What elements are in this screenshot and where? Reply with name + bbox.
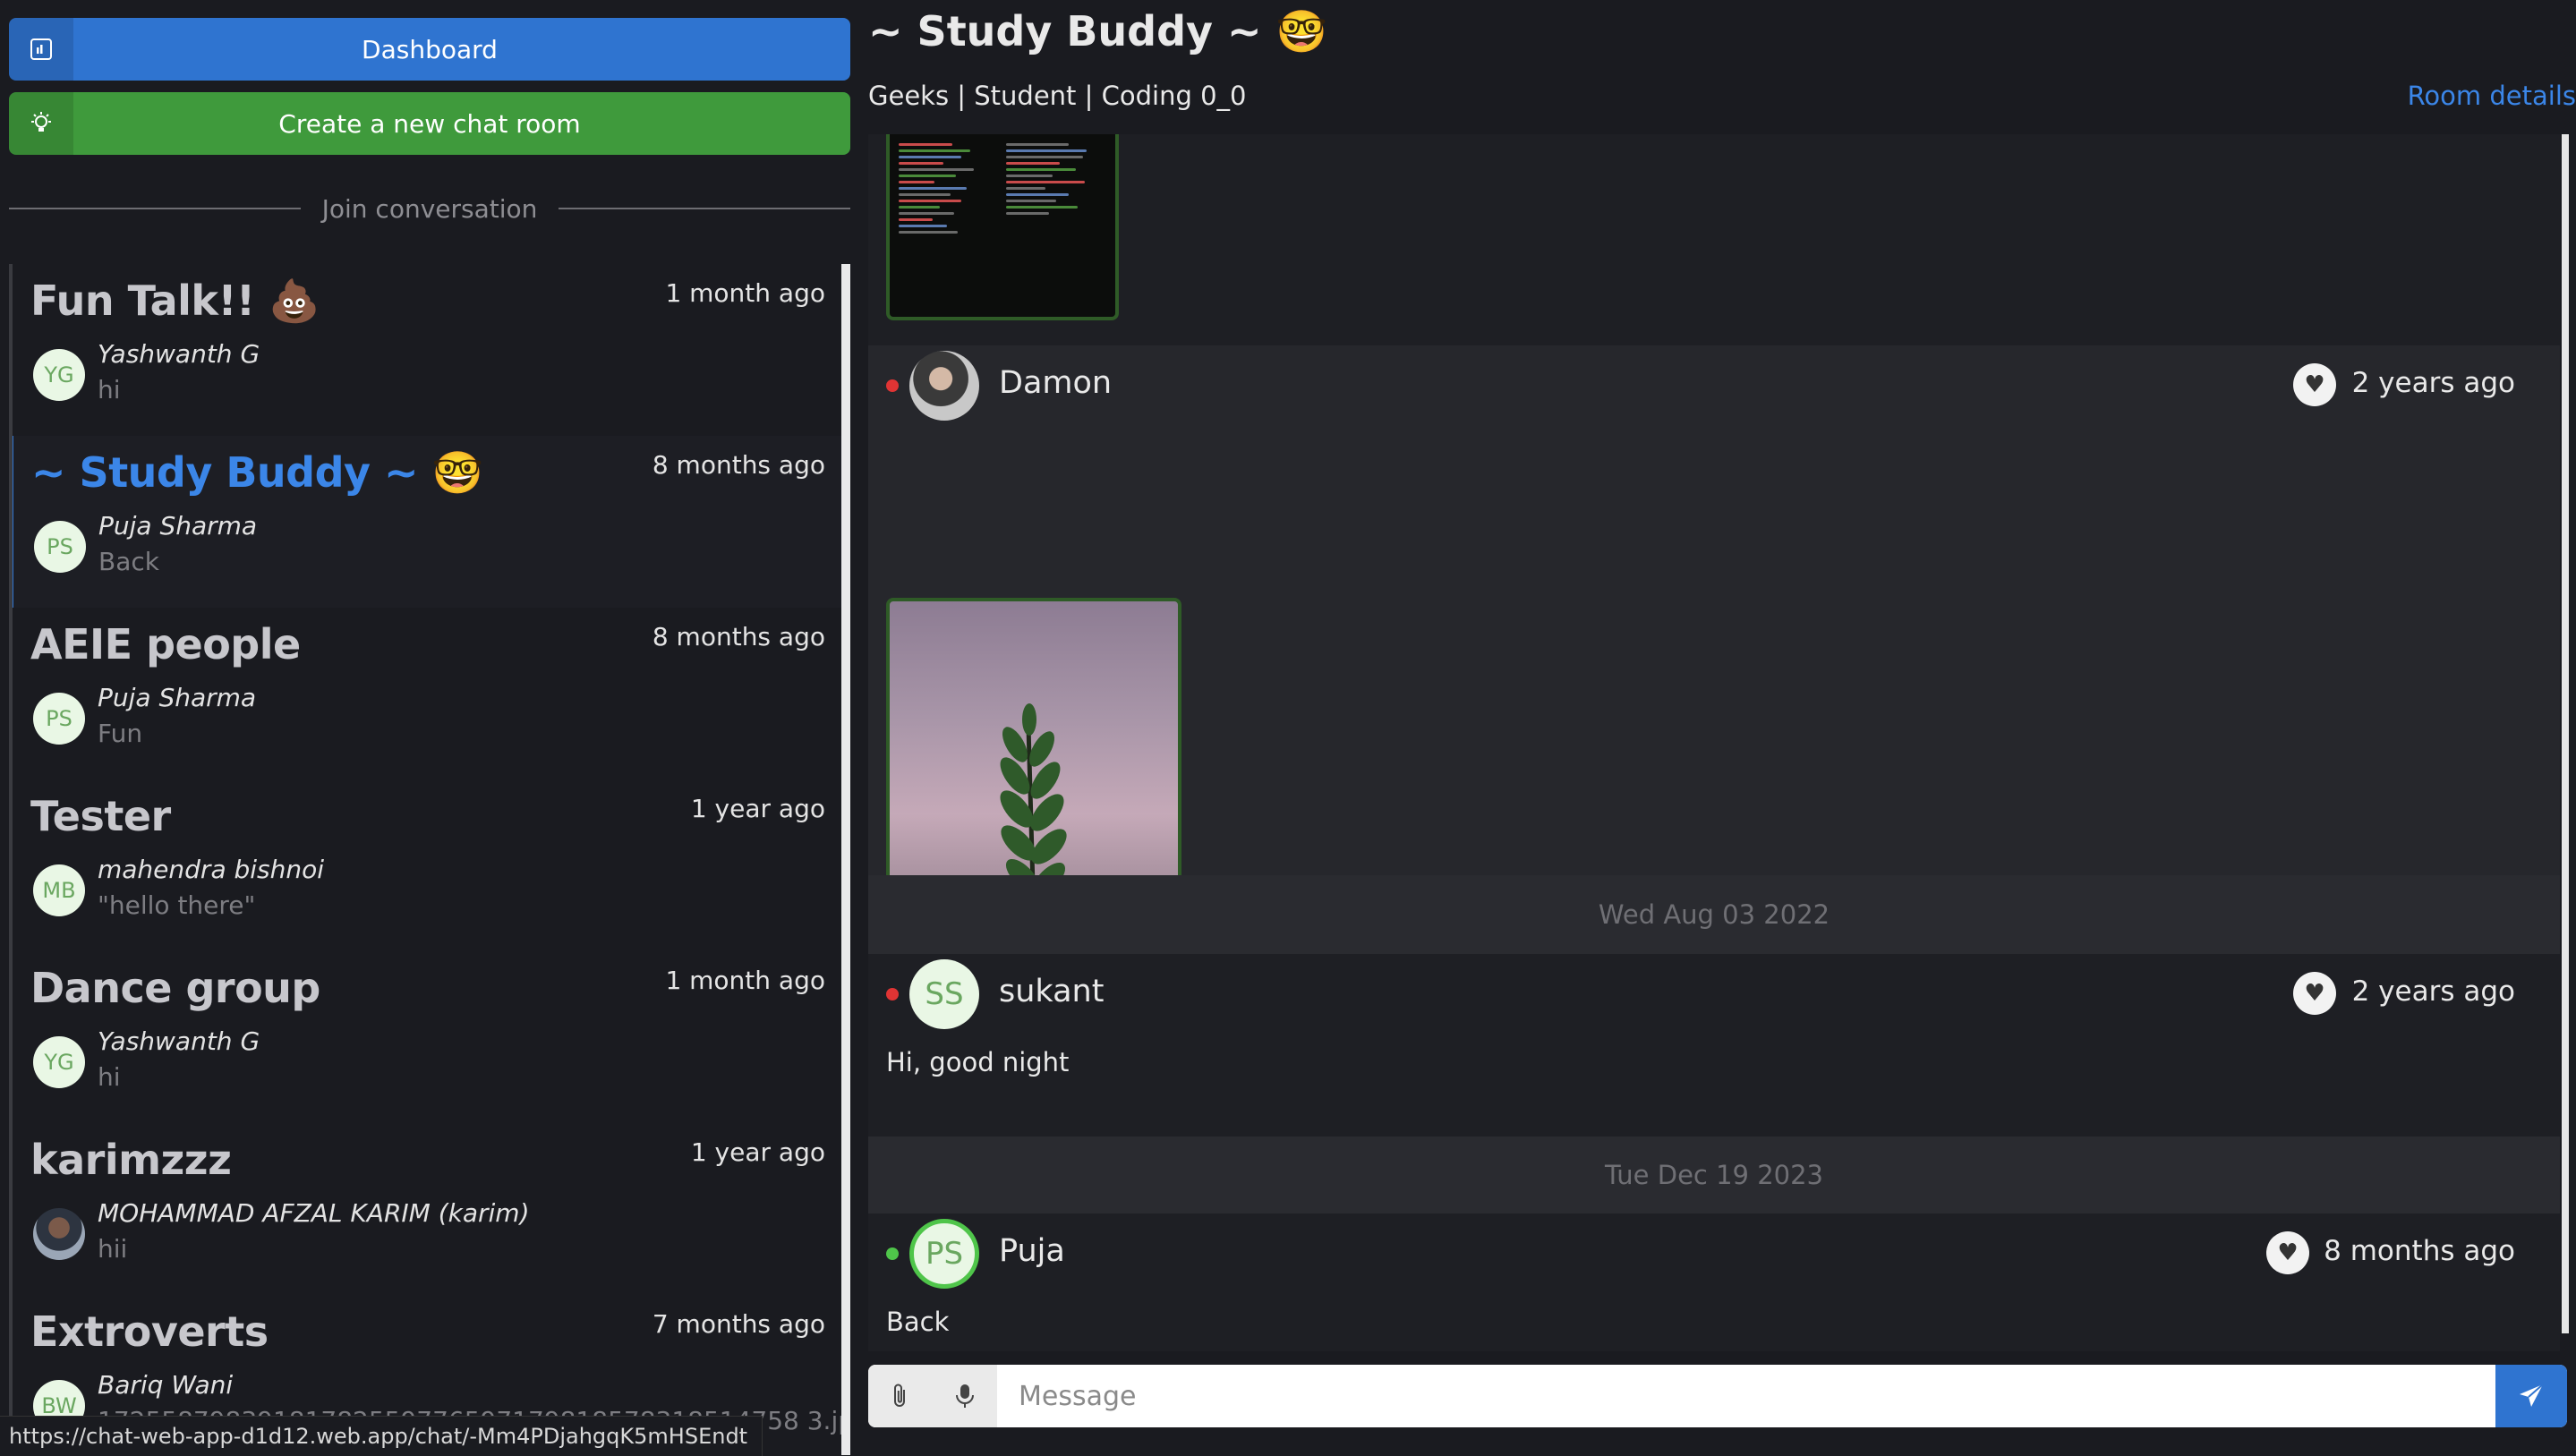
- divider-line: [9, 208, 301, 209]
- chat-panel: ~ Study Buddy ~ 🤓 Geeks | Student | Codi…: [868, 0, 2576, 1455]
- create-room-label: Create a new chat room: [278, 108, 581, 139]
- room-item[interactable]: Dance group 1 month ago YG Yashwanth G h…: [13, 951, 847, 1123]
- message-text: Back: [886, 1307, 950, 1337]
- create-room-button[interactable]: Create a new chat room: [9, 92, 850, 155]
- message-item: SS sukant ♥ 2 years ago Hi, good night: [868, 954, 2560, 1137]
- room-details-link[interactable]: Room details: [2408, 81, 2576, 111]
- last-sender: Bariq Wani: [98, 1370, 234, 1400]
- presence-dot: [886, 1247, 899, 1260]
- message-item: Damon ♥ 2 years ago: [868, 345, 2560, 992]
- code-column: [899, 140, 981, 237]
- divider-line: [559, 208, 850, 209]
- send-icon: [2520, 1384, 2544, 1407]
- room-name: karimzzz: [30, 1136, 232, 1184]
- room-time: 7 months ago: [652, 1309, 825, 1339]
- presence-dot: [886, 379, 899, 392]
- dashboard-icon: [9, 18, 73, 81]
- heart-icon[interactable]: ♥: [2266, 1231, 2309, 1274]
- avatar: [33, 1208, 85, 1260]
- join-divider: Join conversation: [9, 193, 850, 224]
- last-message: Fun: [98, 719, 143, 748]
- last-sender: MOHAMMAD AFZAL KARIM (karim): [98, 1198, 530, 1228]
- paperclip-icon[interactable]: [868, 1365, 933, 1427]
- message-time: 2 years ago: [2351, 975, 2515, 1008]
- heart-icon[interactable]: ♥: [2293, 363, 2336, 406]
- room-name: Dance group: [30, 964, 320, 1012]
- avatar: YG: [33, 349, 85, 401]
- date-separator: Tue Dec 19 2023: [868, 1137, 2560, 1213]
- last-message: "hello there": [98, 890, 256, 920]
- room-time: 8 months ago: [652, 450, 825, 480]
- room-name: ~ Study Buddy ~ 🤓: [31, 448, 483, 497]
- message-item: PS Puja ♥ 8 months ago Back: [868, 1213, 2560, 1351]
- sidebar-scrollbar[interactable]: [841, 264, 850, 1455]
- room-time: 8 months ago: [652, 622, 825, 651]
- last-message: hii: [98, 1234, 128, 1264]
- date-label: Tue Dec 19 2023: [1604, 1160, 1823, 1190]
- message-time: 2 years ago: [2351, 367, 2515, 399]
- room-item[interactable]: Fun Talk!! 💩 1 month ago YG Yashwanth G …: [13, 264, 847, 436]
- avatar: PS: [34, 521, 86, 573]
- last-sender: Yashwanth G: [98, 1026, 260, 1056]
- presence-dot: [886, 988, 899, 1000]
- room-name: Fun Talk!! 💩: [30, 277, 320, 325]
- message-header: PS Puja ♥ 8 months ago: [868, 1213, 2560, 1294]
- message-time: 8 months ago: [2324, 1235, 2515, 1267]
- room-time: 1 year ago: [690, 1137, 825, 1167]
- room-time: 1 month ago: [665, 278, 825, 308]
- message-header: Damon ♥ 2 years ago: [868, 345, 2560, 426]
- avatar: MB: [33, 864, 85, 916]
- avatar[interactable]: [909, 351, 979, 421]
- divider-label: Join conversation: [321, 193, 538, 224]
- status-url: https://chat-web-app-d1d12.web.app/chat/…: [0, 1416, 763, 1456]
- room-title: ~ Study Buddy ~ 🤓: [868, 7, 1327, 55]
- room-item[interactable]: AEIE people 8 months ago PS Puja Sharma …: [13, 608, 847, 779]
- author-name[interactable]: Damon: [999, 365, 1112, 401]
- last-sender: Yashwanth G: [98, 339, 260, 369]
- room-name: AEIE people: [30, 620, 301, 668]
- feed-scrollbar[interactable]: [2562, 134, 2569, 1333]
- room-time: 1 month ago: [665, 966, 825, 995]
- last-sender: Puja Sharma: [98, 683, 257, 712]
- room-item[interactable]: karimzzz 1 year ago MOHAMMAD AFZAL KARIM…: [13, 1123, 847, 1295]
- code-column: [1006, 140, 1088, 218]
- microphone-icon[interactable]: [933, 1365, 997, 1427]
- message-composer: [868, 1365, 2567, 1427]
- message-input[interactable]: [997, 1365, 2497, 1427]
- room-description: Geeks | Student | Coding 0_0: [868, 81, 1247, 111]
- heart-icon[interactable]: ♥: [2293, 972, 2336, 1015]
- room-list[interactable]: Fun Talk!! 💩 1 month ago YG Yashwanth G …: [9, 264, 847, 1455]
- last-sender: mahendra bishnoi: [98, 855, 325, 884]
- room-name: Tester: [30, 792, 171, 840]
- room-time: 1 year ago: [690, 794, 825, 823]
- date-separator: Wed Aug 03 2022: [868, 875, 2560, 954]
- avatar[interactable]: PS: [909, 1219, 979, 1289]
- code-screenshot-image[interactable]: [886, 134, 1119, 320]
- author-name[interactable]: sukant: [999, 974, 1104, 1009]
- message-feed[interactable]: Damon ♥ 2 years ago Wed Aug 03 2022 SS s…: [868, 134, 2560, 1351]
- last-message: Back: [98, 547, 159, 576]
- room-item[interactable]: Tester 1 year ago MB mahendra bishnoi "h…: [13, 779, 847, 951]
- send-button[interactable]: [2495, 1365, 2567, 1427]
- room-item-active[interactable]: ~ Study Buddy ~ 🤓 8 months ago PS Puja S…: [13, 436, 847, 608]
- last-sender: Puja Sharma: [98, 511, 258, 541]
- last-message: hi: [98, 375, 121, 404]
- author-name[interactable]: Puja: [999, 1233, 1065, 1269]
- lightbulb-icon: [9, 92, 73, 155]
- last-message: hi: [98, 1062, 121, 1092]
- dashboard-button[interactable]: Dashboard: [9, 18, 850, 81]
- sidebar: Dashboard Create a new chat room Join co…: [0, 0, 850, 1455]
- avatar: YG: [33, 1036, 85, 1088]
- message-header: SS sukant ♥ 2 years ago: [868, 954, 2560, 1035]
- avatar: PS: [33, 693, 85, 745]
- dashboard-label: Dashboard: [362, 34, 498, 64]
- message-text: Hi, good night: [886, 1047, 1070, 1077]
- date-label: Wed Aug 03 2022: [1598, 899, 1830, 930]
- message-item: [868, 134, 2560, 345]
- avatar[interactable]: SS: [909, 959, 979, 1029]
- room-name: Extroverts: [30, 1307, 269, 1356]
